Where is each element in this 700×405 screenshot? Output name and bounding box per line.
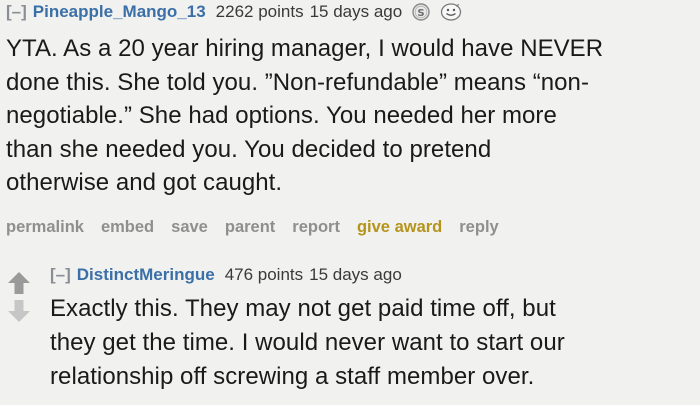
comment-body-line: relationship off screwing a staff member… [50, 363, 535, 390]
comment-body-line: than she needed you. You decided to pret… [6, 135, 492, 163]
downvote-arrow-icon[interactable] [6, 298, 32, 324]
comment-body: YTA. As a 20 year hiring manager, I woul… [6, 32, 696, 200]
comment-score: 2262 points [215, 2, 304, 21]
comment-score: 476 points [224, 265, 304, 284]
collapse-toggle[interactable]: [–] [50, 265, 71, 285]
smiley-award-icon[interactable] [440, 3, 462, 21]
comment-body-line: otherwise and got caught. [6, 169, 283, 196]
comment-author[interactable]: Pineapple_Mango_13 [33, 2, 206, 22]
collapse-toggle[interactable]: [–] [6, 2, 27, 22]
parent-link[interactable]: parent [225, 218, 275, 237]
comment-body-line: done this. She told you. ”Non-refundable… [6, 68, 589, 96]
comment-body-line: negotiable.” She had options. You needed… [6, 102, 557, 129]
comment-thread: [–] Pineapple_Mango_13 2262 points 15 da… [0, 0, 700, 405]
comment-actions: permalink embed save parent report give … [6, 216, 696, 240]
save-link[interactable]: save [171, 218, 208, 237]
comment-tagline: [–] Pineapple_Mango_13 2262 points 15 da… [6, 0, 696, 24]
vote-controls [6, 270, 32, 324]
comment-time: 15 days ago [309, 2, 403, 21]
svg-text:S: S [418, 8, 425, 19]
silver-award-icon[interactable]: S [412, 3, 430, 21]
embed-link[interactable]: embed [101, 218, 154, 237]
comment-time: 15 days ago [309, 265, 402, 284]
child-comment-content: [–] DistinctMeringue 476 points 15 days … [50, 260, 696, 394]
reply-link[interactable]: reply [459, 218, 498, 237]
upvote-arrow-icon[interactable] [6, 270, 32, 296]
give-award-link[interactable]: give award [357, 218, 442, 237]
comment-body-line: YTA. As a 20 year hiring manager, I woul… [6, 35, 604, 62]
comment-author[interactable]: DistinctMeringue [77, 265, 215, 285]
comment-body: Exactly this. They may not get paid time… [50, 292, 696, 394]
comment-tagline: [–] DistinctMeringue 476 points 15 days … [50, 260, 696, 290]
report-link[interactable]: report [292, 218, 340, 237]
comment-body-line: Exactly this. They may not get paid time… [50, 295, 556, 322]
comment-body-line: they get the time. I would never want to… [50, 329, 565, 356]
parent-comment: [–] Pineapple_Mango_13 2262 points 15 da… [6, 0, 696, 240]
permalink-link[interactable]: permalink [6, 218, 84, 237]
